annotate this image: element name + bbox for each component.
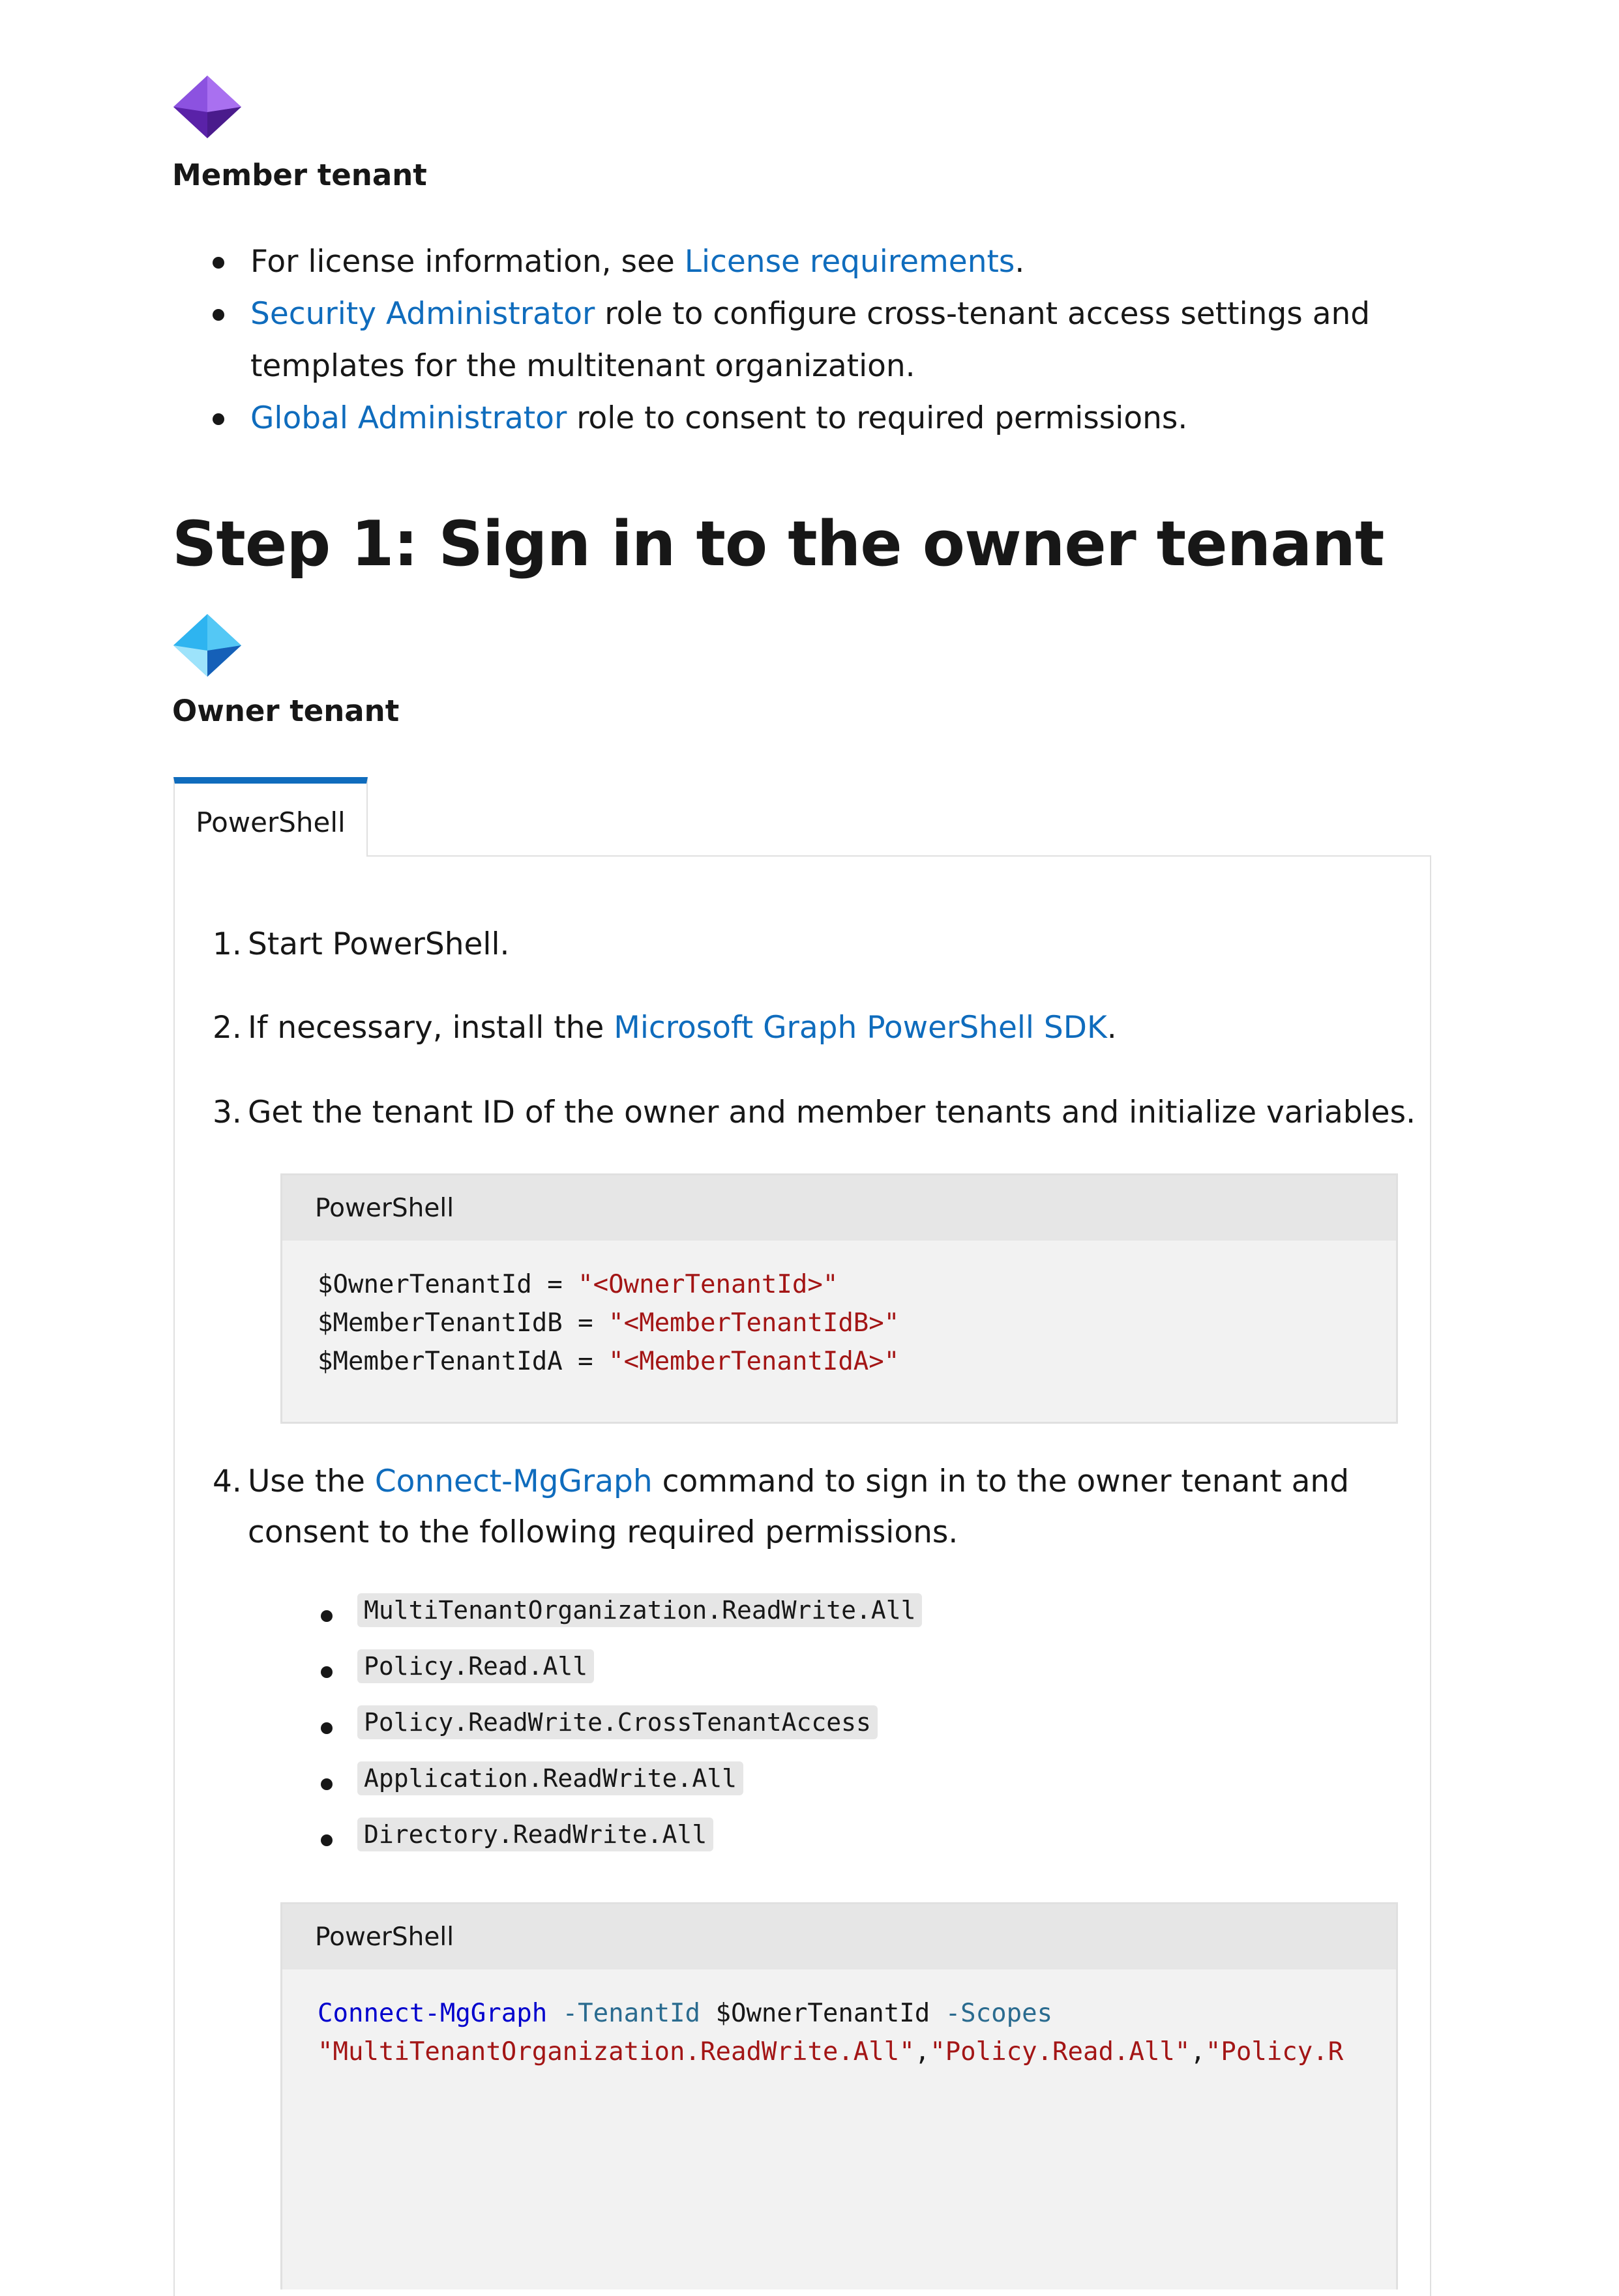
code-language-label: PowerShell bbox=[282, 1904, 1396, 1969]
global-administrator-link[interactable]: Global Administrator bbox=[250, 400, 567, 436]
license-requirements-link[interactable]: License requirements bbox=[685, 244, 1015, 280]
code-block-variables: PowerShell $OwnerTenantId = "<OwnerTenan… bbox=[280, 1173, 1398, 1424]
step-number: 3. bbox=[213, 1095, 242, 1130]
graph-powershell-sdk-link[interactable]: Microsoft Graph PowerShell SDK bbox=[614, 1010, 1107, 1046]
member-tenant-icon bbox=[173, 76, 241, 138]
step-3-item: 3. Get the tenant ID of the owner and me… bbox=[213, 1087, 1416, 1138]
code-language-label: PowerShell bbox=[282, 1175, 1396, 1241]
permission-code: Directory.ReadWrite.All bbox=[357, 1818, 714, 1851]
code-content[interactable]: $OwnerTenantId = "<OwnerTenantId>" $Memb… bbox=[282, 1241, 1396, 1381]
bullet-text: role to consent to required permissions. bbox=[567, 400, 1188, 436]
step-text: If necessary, install the bbox=[248, 1010, 614, 1046]
permission-code: Application.ReadWrite.All bbox=[357, 1761, 743, 1795]
owner-tenant-label: Owner tenant bbox=[172, 694, 400, 728]
permission-code: Policy.Read.All bbox=[357, 1649, 595, 1683]
permission-code: MultiTenantOrganization.ReadWrite.All bbox=[357, 1593, 923, 1627]
member-tenant-label: Member tenant bbox=[172, 158, 427, 192]
list-item: Security Administrator role to configure… bbox=[213, 288, 1491, 392]
security-administrator-link[interactable]: Security Administrator bbox=[250, 296, 595, 332]
list-item: MultiTenantOrganization.ReadWrite.All bbox=[318, 1593, 923, 1649]
step-1-heading: Step 1: Sign in to the owner tenant bbox=[172, 508, 1384, 580]
list-item: For license information, see License req… bbox=[213, 236, 1491, 288]
connect-mggraph-link[interactable]: Connect-MgGraph bbox=[375, 1464, 653, 1499]
step-number: 4. bbox=[213, 1464, 242, 1499]
step-text: . bbox=[1107, 1010, 1117, 1046]
code-block-connect: PowerShell Connect-MgGraph -TenantId $Ow… bbox=[280, 1902, 1398, 2289]
bullet-text: . bbox=[1015, 244, 1025, 280]
step-number: 1. bbox=[213, 926, 242, 962]
list-item: Policy.Read.All bbox=[318, 1649, 922, 1705]
list-item: Policy.ReadWrite.CrossTenantAccess bbox=[318, 1705, 922, 1761]
step-number: 2. bbox=[213, 1010, 242, 1046]
step-4-item: 4. Use the Connect-MgGraph command to si… bbox=[213, 1456, 1356, 1558]
owner-tenant-icon bbox=[173, 614, 241, 677]
tab-powershell[interactable]: PowerShell bbox=[173, 777, 368, 857]
step-text: Start PowerShell. bbox=[248, 926, 510, 962]
permission-code: Policy.ReadWrite.CrossTenantAccess bbox=[357, 1705, 878, 1739]
requirements-list: For license information, see License req… bbox=[213, 236, 1491, 445]
step-text: Get the tenant ID of the owner and membe… bbox=[248, 1095, 1416, 1130]
list-item: Application.ReadWrite.All bbox=[318, 1761, 922, 1818]
code-content[interactable]: Connect-MgGraph -TenantId $OwnerTenantId… bbox=[282, 1969, 1396, 2071]
list-item: Global Administrator role to consent to … bbox=[213, 392, 1491, 445]
step-1-item: 1. Start PowerShell. bbox=[213, 919, 510, 970]
step-2-item: 2. If necessary, install the Microsoft G… bbox=[213, 1003, 1117, 1053]
list-item: Directory.ReadWrite.All bbox=[318, 1818, 922, 1874]
bullet-text: For license information, see bbox=[250, 244, 685, 280]
permissions-list: MultiTenantOrganization.ReadWrite.All Po… bbox=[318, 1593, 923, 1874]
step-text: Use the bbox=[248, 1464, 375, 1499]
